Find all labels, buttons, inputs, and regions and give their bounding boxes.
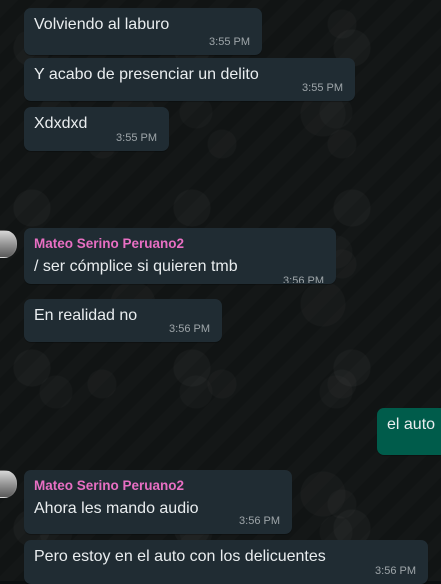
message-bubble[interactable]: Volviendo al laburo 3:55 PM xyxy=(24,8,262,55)
message-timestamp: 3:56 PM xyxy=(283,275,324,283)
message-timestamp: 3:56 PM xyxy=(375,565,416,577)
message-text: Y acabo de presenciar un delito xyxy=(34,66,259,83)
outgoing-message-bubble[interactable]: el auto xyxy=(377,408,441,455)
message-text: Pero estoy en el auto con los delicuente… xyxy=(34,548,326,565)
sender-name[interactable]: Mateo Serino Peruano2 xyxy=(34,235,326,253)
message-timestamp: 3:56 PM xyxy=(169,323,210,335)
message-text: / ser cómplice si quieren tmb xyxy=(34,258,238,275)
message-text: Volviendo al laburo xyxy=(34,16,170,33)
message-timestamp: 3:56 PM xyxy=(239,515,280,527)
message-bubble[interactable]: Mateo Serino Peruano2 Ahora les mando au… xyxy=(24,470,292,534)
message-timestamp: 3:55 PM xyxy=(209,36,250,48)
sender-name[interactable]: Mateo Serino Peruano2 xyxy=(34,477,282,495)
message-text: el auto xyxy=(387,416,436,433)
message-bubble[interactable]: Mateo Serino Peruano2 / ser cómplice si … xyxy=(24,228,336,284)
message-bubble[interactable]: Xdxdxd 3:55 PM xyxy=(24,107,169,151)
message-timestamp: 3:55 PM xyxy=(116,132,157,144)
message-bubble[interactable]: En realidad no 3:56 PM xyxy=(24,299,222,342)
message-timestamp: 3:55 PM xyxy=(302,82,343,94)
message-bubble[interactable]: Pero estoy en el auto con los delicuente… xyxy=(24,540,428,584)
message-text: Xdxdxd xyxy=(34,115,88,132)
message-bubble[interactable]: Y acabo de presenciar un delito 3:55 PM xyxy=(24,58,355,101)
